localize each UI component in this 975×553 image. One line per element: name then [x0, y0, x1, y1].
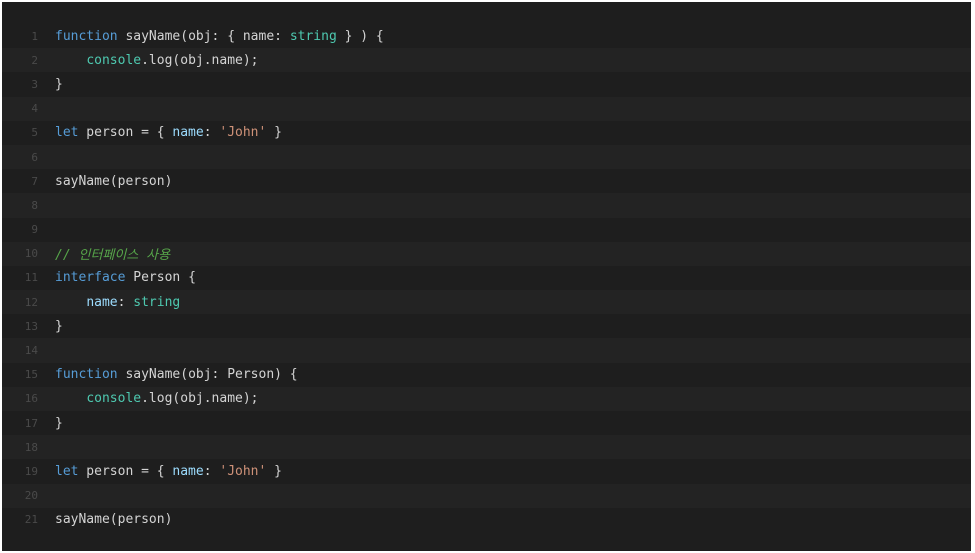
- line-number: 15: [24, 368, 38, 382]
- line-code[interactable]: let person = { name: 'John' }: [38, 464, 282, 479]
- line-code[interactable]: name: string: [38, 295, 180, 310]
- code-token: :: [203, 463, 220, 479]
- code-token: sayName(person): [55, 173, 173, 189]
- line-number: 10: [24, 247, 38, 261]
- line-code[interactable]: function sayName(obj: { name: string } )…: [38, 29, 384, 44]
- line-code[interactable]: interface Person {: [38, 270, 196, 285]
- line-number: 21: [24, 513, 38, 527]
- code-token: :: [117, 294, 134, 310]
- line-number: 12: [24, 295, 38, 309]
- code-line[interactable]: 19 let person = { name: 'John' }: [2, 459, 971, 484]
- line-number: 7: [31, 174, 38, 188]
- code-token: :: [203, 125, 220, 141]
- code-token: let: [55, 125, 79, 141]
- code-token: function: [55, 28, 118, 44]
- line-number: 20: [24, 489, 38, 503]
- code-line[interactable]: 2 console.log(obj.name);: [2, 48, 971, 73]
- code-token: person = {: [78, 463, 173, 479]
- line-number: 2: [31, 53, 38, 67]
- line-number: 18: [24, 440, 38, 454]
- line-number: 4: [31, 102, 38, 116]
- line-number: 5: [31, 126, 38, 140]
- line-code[interactable]: }: [38, 319, 63, 334]
- code-line[interactable]: 18: [2, 435, 971, 460]
- code-token: sayName(obj: Person) {: [117, 367, 298, 383]
- code-token: sayName(obj: { name:: [117, 28, 290, 44]
- code-token: string: [133, 294, 181, 310]
- code-token: console: [86, 52, 142, 68]
- code-line[interactable]: 16 console.log(obj.name);: [2, 386, 971, 411]
- line-code[interactable]: console.log(obj.name);: [38, 52, 259, 68]
- code-token: Person {: [125, 270, 196, 286]
- code-token: .log(obj.name);: [141, 391, 259, 407]
- code-line[interactable]: 11 interface Person {: [2, 265, 971, 291]
- code-token: sayName(person): [55, 512, 173, 528]
- code-line[interactable]: 10 // 인터페이스 사용: [2, 241, 971, 266]
- code-token: interface: [55, 270, 126, 286]
- code-line[interactable]: 8: [2, 193, 971, 218]
- line-number: 1: [31, 29, 38, 43]
- code-line[interactable]: 9: [2, 217, 971, 242]
- line-number: 13: [24, 319, 38, 333]
- code-line[interactable]: 5 let person = { name: 'John' }: [2, 120, 971, 145]
- code-token: name: [86, 294, 118, 310]
- code-line[interactable]: 4: [2, 96, 971, 121]
- line-code[interactable]: function sayName(obj: Person) {: [38, 367, 298, 382]
- code-line[interactable]: 21 sayName(person): [2, 507, 971, 532]
- line-code[interactable]: sayName(person): [38, 174, 172, 189]
- line-number: 14: [24, 344, 38, 358]
- line-code[interactable]: console.log(obj.name);: [38, 391, 259, 407]
- line-number: 9: [31, 223, 38, 237]
- code-token: 'John': [219, 125, 267, 141]
- code-token: }: [55, 415, 63, 431]
- code-editor[interactable]: 1 function sayName(obj: { name: string } …: [2, 2, 971, 551]
- line-number: 6: [31, 150, 38, 164]
- code-line[interactable]: 6: [2, 144, 971, 170]
- code-line[interactable]: 14: [2, 338, 971, 363]
- code-token: }: [55, 318, 63, 334]
- code-token: function: [55, 367, 118, 383]
- code-token: person = {: [78, 125, 173, 141]
- line-number: 16: [24, 392, 38, 406]
- line-code[interactable]: sayName(person): [38, 512, 172, 527]
- code-line[interactable]: 17}: [2, 411, 971, 436]
- code-token: .log(obj.name);: [141, 52, 259, 68]
- code-token: } ) {: [336, 28, 384, 44]
- code-token: name: [172, 463, 204, 479]
- code-line[interactable]: 1 function sayName(obj: { name: string } …: [2, 24, 971, 49]
- code-line[interactable]: 13}: [2, 314, 971, 339]
- line-code[interactable]: // 인터페이스 사용: [38, 244, 170, 263]
- code-line[interactable]: 15 function sayName(obj: Person) {: [2, 362, 971, 387]
- code-token: }: [266, 125, 282, 141]
- line-code[interactable]: }: [38, 416, 63, 431]
- code-token: name: [172, 125, 204, 141]
- code-line[interactable]: 20: [2, 483, 971, 508]
- line-number: 19: [24, 464, 38, 478]
- line-code[interactable]: }: [38, 77, 63, 92]
- code-token: // 인터페이스 사용: [55, 248, 171, 264]
- code-token: console: [86, 391, 142, 407]
- code-token: string: [289, 28, 337, 44]
- code-token: }: [266, 463, 282, 479]
- code-token: 'John': [219, 463, 267, 479]
- line-number: 17: [24, 416, 38, 430]
- line-number: 3: [31, 77, 38, 91]
- line-code[interactable]: let person = { name: 'John' }: [38, 125, 282, 140]
- code-line[interactable]: 7 sayName(person): [2, 169, 971, 194]
- code-token: let: [55, 463, 79, 479]
- line-number: 8: [31, 198, 38, 212]
- code-token: }: [55, 76, 63, 92]
- line-number: 11: [24, 271, 38, 285]
- code-line[interactable]: 3}: [2, 72, 971, 97]
- code-line[interactable]: 12 name: string: [2, 290, 971, 315]
